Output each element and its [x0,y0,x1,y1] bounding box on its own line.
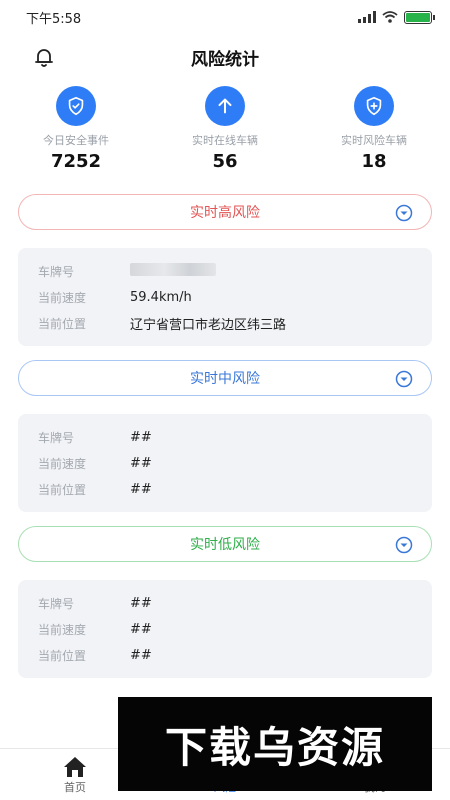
stat-value: 7252 [50,151,102,172]
status-icons [358,10,435,24]
chevron-down-icon[interactable] [395,370,413,388]
stat-label: 实时在线车辆 [192,134,258,147]
info-value: ## [130,595,152,611]
info-value: ## [130,647,152,663]
stat-value: 18 [361,151,387,172]
plate-blurred [130,262,216,280]
info-value: ## [130,621,152,637]
risk-high-card: 车牌号 当前速度 59.4km/h 当前位置 辽宁省营口市老边区纬三路 [18,248,432,346]
arrow-up-icon [218,98,232,114]
shield-plus-icon [366,96,382,116]
risk-mid-card: 车牌号 ## 当前速度 ## 当前位置 ## [18,414,432,512]
info-key: 当前位置 [38,648,87,663]
info-row-location: 当前位置 ## [38,476,412,502]
battery-icon [404,10,435,24]
stat-label: 今日安全事件 [43,134,109,147]
info-row-speed: 当前速度 ## [38,616,412,642]
header: 风险统计 [0,34,450,80]
info-row-location: 当前位置 辽宁省营口市老边区纬三路 [38,310,412,336]
info-value: 59.4km/h [130,289,192,305]
stat-icon-circle [56,86,96,126]
stat-risk-vehicles[interactable]: 实时风险车辆 18 [314,86,434,172]
info-row-plate: 车牌号 ## [38,590,412,616]
info-value: ## [130,481,152,497]
risk-high-bar[interactable]: 实时高风险 [18,194,432,230]
status-time: 下午5:58 [26,11,82,27]
info-value: 辽宁省营口市老边区纬三路 [130,317,287,333]
info-key: 当前位置 [38,482,87,497]
info-key: 车牌号 [38,596,75,611]
info-value: ## [130,455,152,471]
info-key: 当前速度 [38,456,87,471]
bell-icon[interactable] [32,45,56,69]
risk-high-title: 实时高风险 [190,205,260,221]
info-row-location: 当前位置 ## [38,642,412,668]
signal-icon [358,11,376,23]
stat-safety-events[interactable]: 今日安全事件 7252 [16,86,136,172]
info-key: 当前速度 [38,622,87,637]
info-row-speed: 当前速度 59.4km/h [38,284,412,310]
tab-label: 首页 [64,780,86,794]
wifi-icon [382,11,398,23]
stat-icon-circle [205,86,245,126]
shield-check-icon [68,96,84,116]
info-key: 车牌号 [38,430,75,445]
info-row-plate: 车牌号 ## [38,424,412,450]
stat-value: 56 [212,151,238,172]
stats-row: 今日安全事件 7252 实时在线车辆 56 实时风险车辆 18 [0,86,450,172]
stat-icon-circle [354,86,394,126]
risk-low-card: 车牌号 ## 当前速度 ## 当前位置 ## [18,580,432,678]
info-row-plate: 车牌号 [38,258,412,284]
risk-low-title: 实时低风险 [190,537,260,553]
info-value: ## [130,429,152,445]
chevron-down-icon[interactable] [395,204,413,222]
chevron-down-icon[interactable] [395,536,413,554]
page-title: 风险统计 [191,49,259,70]
risk-mid-bar[interactable]: 实时中风险 [18,360,432,396]
stat-label: 实时风险车辆 [341,134,407,147]
info-key: 当前速度 [38,290,87,305]
home-icon [64,756,86,777]
watermark-banner: 下载乌资源 [118,697,432,791]
info-key: 车牌号 [38,264,75,279]
stat-online-vehicles[interactable]: 实时在线车辆 56 [165,86,285,172]
info-key: 当前位置 [38,316,87,331]
watermark-text: 下载乌资源 [164,722,385,772]
status-bar: 下午5:58 [0,0,450,34]
risk-mid-title: 实时中风险 [190,371,260,387]
info-row-speed: 当前速度 ## [38,450,412,476]
risk-low-bar[interactable]: 实时低风险 [18,526,432,562]
